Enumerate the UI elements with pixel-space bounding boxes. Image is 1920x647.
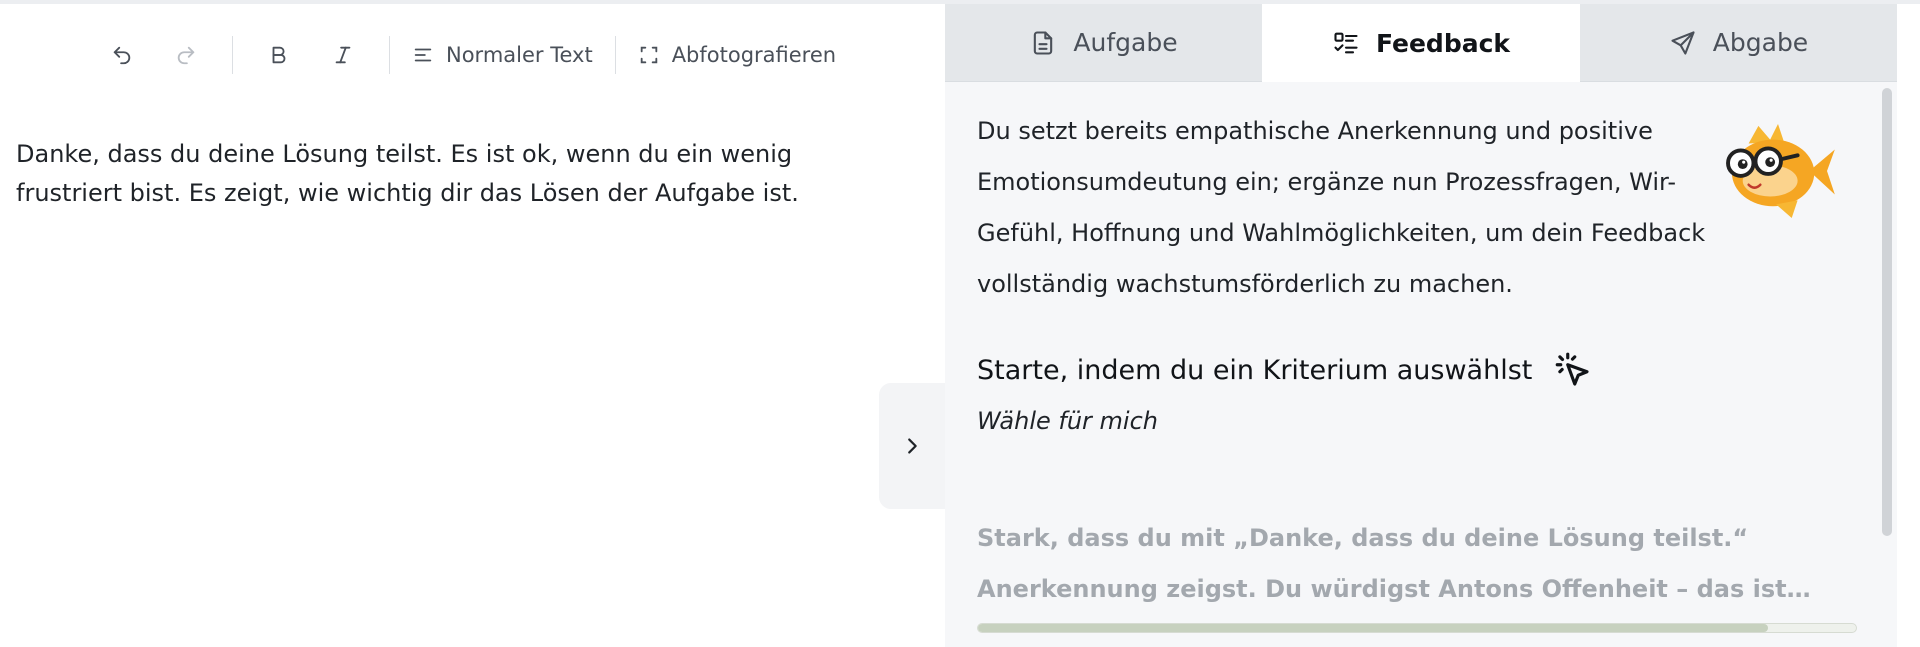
scrollbar-thumb[interactable] xyxy=(1882,88,1892,536)
align-left-icon xyxy=(414,48,432,62)
toolbar-divider xyxy=(389,36,390,74)
scan-frame-icon xyxy=(640,46,657,64)
text-style-dropdown[interactable]: Normaler Text xyxy=(404,35,601,75)
choose-for-me-link[interactable]: Wähle für mich xyxy=(977,407,1158,435)
feedback-preview: Stark, dass du mit „Danke, dass du deine… xyxy=(977,524,1811,603)
italic-button[interactable] xyxy=(322,35,364,75)
tab-feedback[interactable]: Feedback xyxy=(1262,4,1580,82)
document-icon xyxy=(1034,30,1053,55)
click-cursor-icon xyxy=(1556,352,1589,386)
tab-aufgabe[interactable]: Aufgabe xyxy=(945,4,1262,82)
feedback-panel: Aufgabe Feedback Abgabe Du setzt bereits… xyxy=(945,4,1897,647)
tab-label: Abgabe xyxy=(1712,28,1809,57)
editor-toolbar: Normaler Text Abfotografieren xyxy=(90,30,844,80)
chevron-right-icon xyxy=(908,438,917,454)
toolbar-divider xyxy=(614,36,616,74)
redo-button[interactable] xyxy=(165,35,207,75)
italic-icon xyxy=(335,46,351,64)
fish-mascot-icon xyxy=(1726,123,1835,219)
progress-fill xyxy=(978,624,1769,632)
text-style-label: Normaler Text xyxy=(446,43,593,67)
feedback-progress-bar xyxy=(977,623,1857,633)
toolbar-divider xyxy=(232,36,233,74)
tab-abgabe[interactable]: Abgabe xyxy=(1580,4,1897,82)
tab-label: Feedback xyxy=(1375,28,1511,58)
undo-icon xyxy=(113,46,131,65)
panel-scrollbar[interactable] xyxy=(1882,88,1894,536)
bold-icon xyxy=(272,46,286,64)
feedback-content: Du setzt bereits empathische Anerkennung… xyxy=(977,82,1877,647)
start-criterion-title: Starte, indem du ein Kriterium auswählst xyxy=(977,354,1533,386)
checklist-icon xyxy=(1334,32,1358,54)
tab-label: Aufgabe xyxy=(1073,28,1178,57)
send-icon xyxy=(1671,30,1695,55)
feedback-intro: Du setzt bereits empathische Anerkennung… xyxy=(977,117,1706,298)
redo-icon xyxy=(177,46,195,65)
undo-button[interactable] xyxy=(101,35,143,75)
bold-button[interactable] xyxy=(258,35,300,75)
photo-button[interactable]: Abfotografieren xyxy=(630,35,844,75)
photo-label: Abfotografieren xyxy=(671,43,837,67)
collapse-panel-button[interactable] xyxy=(879,383,945,509)
editor-content[interactable]: Danke, dass du deine Lösung teilst. Es i… xyxy=(16,135,896,213)
panel-tabs: Aufgabe Feedback Abgabe xyxy=(945,4,1897,82)
start-criterion-row: Starte, indem du ein Kriterium auswählst xyxy=(977,349,1594,391)
